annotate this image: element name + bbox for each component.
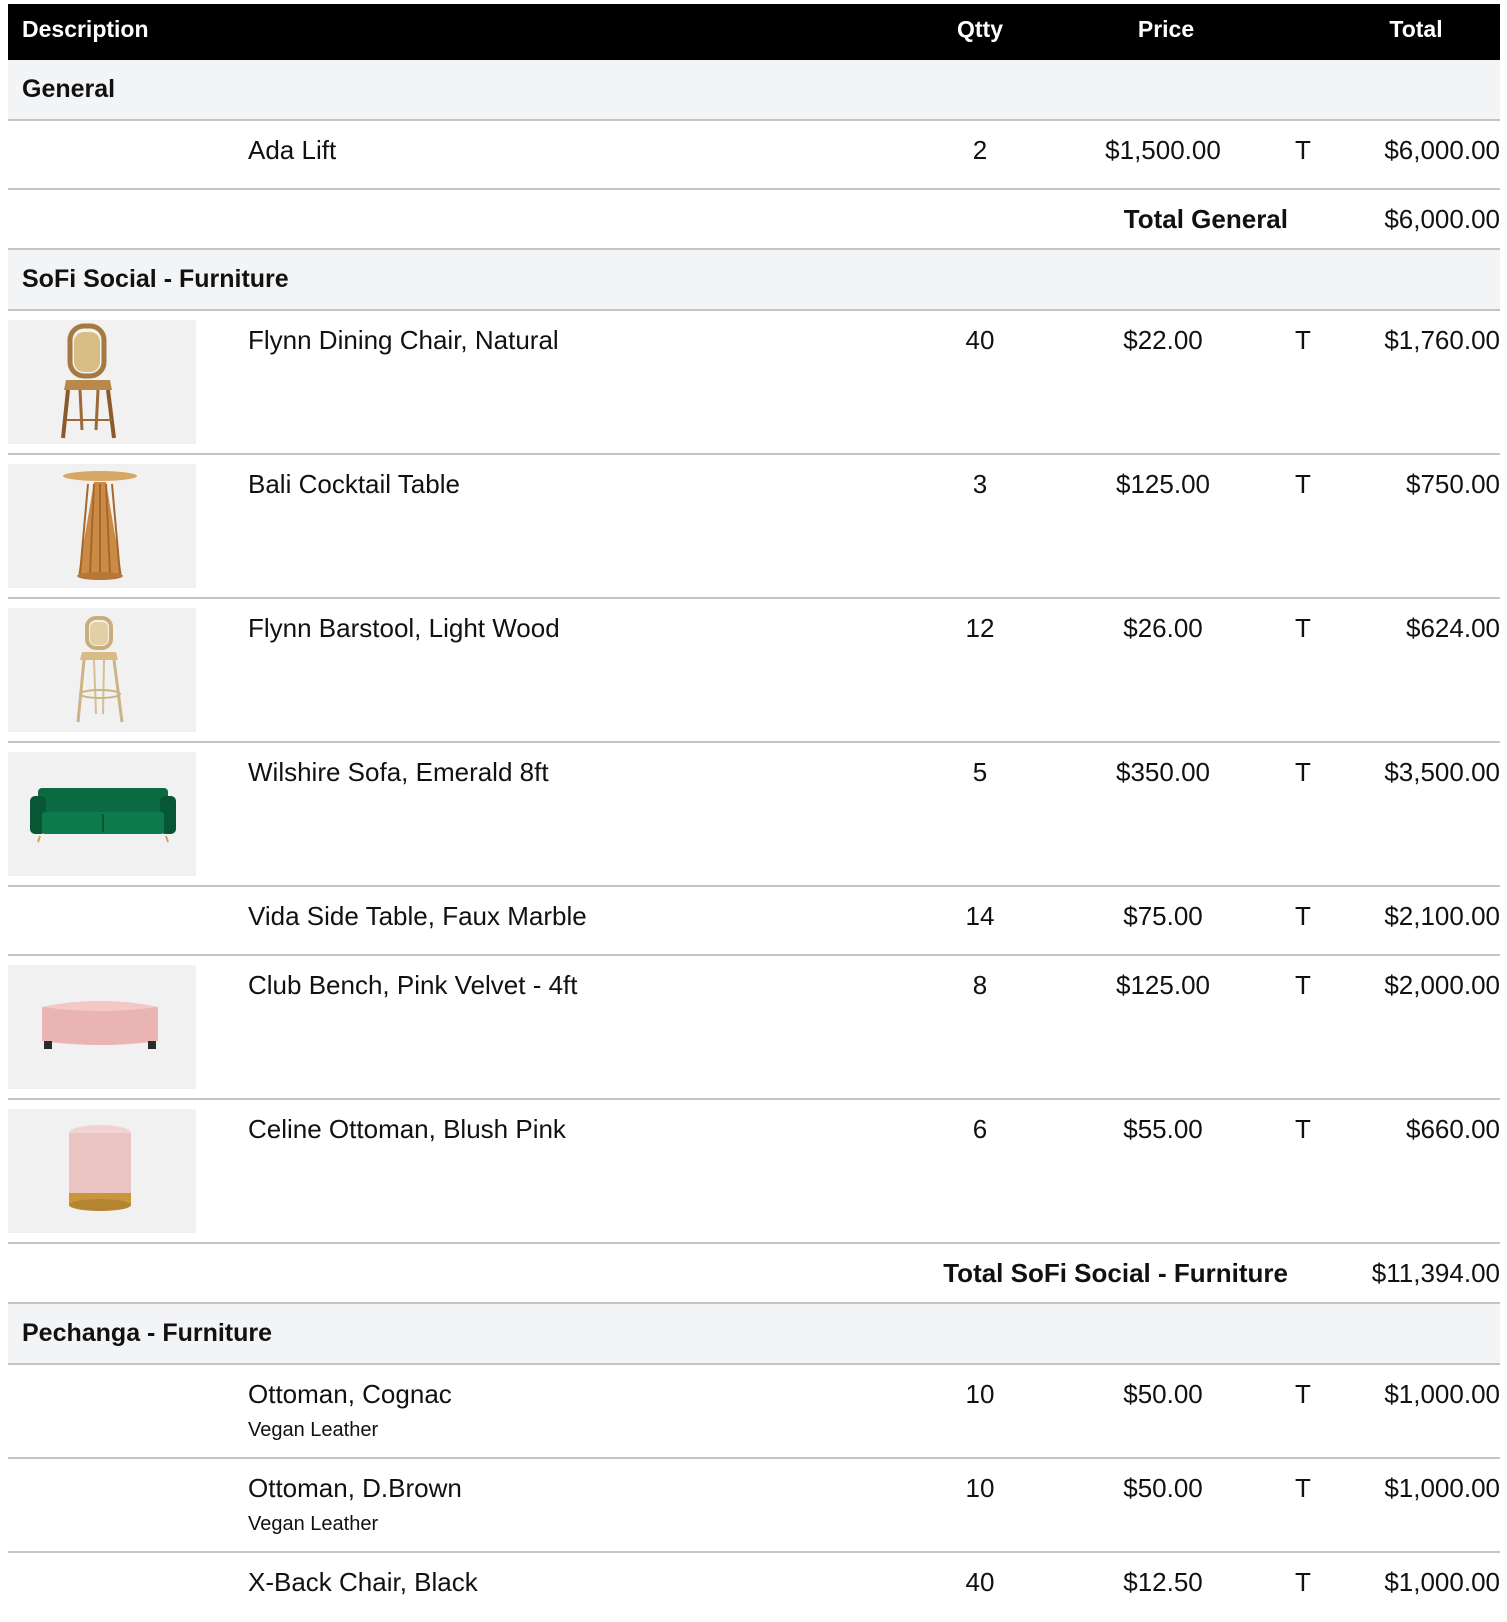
item-description: Celine Ottoman, Blush Pink xyxy=(248,1114,566,1144)
item-qty: 10 xyxy=(965,1473,995,1503)
header-qty: Qtty xyxy=(957,16,1003,42)
header-total: Total xyxy=(1389,16,1443,42)
section-header-sofi-social: SoFi Social - Furniture xyxy=(8,250,1500,311)
table-row: Bali Cocktail Table 3 $125.00 T $750.00 xyxy=(8,455,1500,599)
table-row: Ottoman, Cognac Vegan Leather 10 $50.00 … xyxy=(8,1365,1500,1459)
item-subdescription: Vegan Leather xyxy=(248,1419,379,1441)
item-tax-flag: T xyxy=(1295,970,1311,1000)
header-price: Price xyxy=(1137,16,1195,42)
table-row: Flynn Dining Chair, Natural 40 $22.00 T … xyxy=(8,311,1500,455)
item-description: Ottoman, D.Brown xyxy=(248,1473,462,1503)
item-subdescription: Vegan Leather xyxy=(248,1513,379,1535)
item-description: Bali Cocktail Table xyxy=(248,469,460,499)
section-title: SoFi Social - Furniture xyxy=(22,265,289,293)
section-total-label: Total SoFi Social - Furniture xyxy=(943,1258,1288,1288)
header-description: Description xyxy=(22,16,149,42)
item-tax-flag: T xyxy=(1295,135,1311,165)
item-description: Ottoman, Cognac xyxy=(248,1379,452,1409)
barstool-image xyxy=(8,608,196,732)
item-total: $2,000.00 xyxy=(1384,970,1500,1000)
section-title: Pechanga - Furniture xyxy=(22,1319,273,1347)
item-qty: 3 xyxy=(972,469,988,499)
item-tax-flag: T xyxy=(1295,1379,1311,1409)
table-header: Description Qtty Price Total xyxy=(8,4,1500,60)
item-price: $50.00 xyxy=(1123,1473,1203,1503)
table-row: Celine Ottoman, Blush Pink 6 $55.00 T $6… xyxy=(8,1100,1500,1244)
item-price: $125.00 xyxy=(1116,970,1210,1000)
item-total: $2,100.00 xyxy=(1384,901,1500,931)
item-description: Vida Side Table, Faux Marble xyxy=(248,901,587,931)
item-price: $55.00 xyxy=(1123,1114,1203,1144)
section-total-label: Total General xyxy=(1123,204,1288,234)
item-total: $6,000.00 xyxy=(1384,135,1500,165)
item-tax-flag: T xyxy=(1295,901,1311,931)
item-total: $1,000.00 xyxy=(1384,1379,1500,1409)
sofa-image xyxy=(8,752,196,876)
ottoman-image xyxy=(8,1109,196,1233)
item-description: Ada Lift xyxy=(248,135,337,165)
table-row: Vida Side Table, Faux Marble 14 $75.00 T… xyxy=(8,887,1500,956)
item-tax-flag: T xyxy=(1295,1114,1311,1144)
item-tax-flag: T xyxy=(1295,325,1311,355)
item-total: $1,000.00 xyxy=(1384,1567,1500,1597)
item-price: $125.00 xyxy=(1116,469,1210,499)
table-row: Ada Lift 2 $1,500.00 T $6,000.00 xyxy=(8,121,1500,190)
item-qty: 8 xyxy=(972,970,988,1000)
item-price: $350.00 xyxy=(1116,757,1210,787)
section-header-pechanga: Pechanga - Furniture xyxy=(8,1304,1500,1365)
dining-chair-image xyxy=(8,320,196,444)
bench-image xyxy=(8,965,196,1089)
table-row: X-Back Chair, Black 40 $12.50 T $1,000.0… xyxy=(8,1553,1500,1622)
item-qty: 12 xyxy=(965,613,995,643)
section-header-general: General xyxy=(8,60,1500,121)
item-total: $750.00 xyxy=(1406,469,1500,499)
item-description: Flynn Barstool, Light Wood xyxy=(248,613,560,643)
item-price: $50.00 xyxy=(1123,1379,1203,1409)
item-tax-flag: T xyxy=(1295,469,1311,499)
section-total-value: $6,000.00 xyxy=(1384,204,1500,234)
item-price: $75.00 xyxy=(1123,901,1203,931)
section-total-row: Total SoFi Social - Furniture $11,394.00 xyxy=(8,1244,1500,1304)
item-tax-flag: T xyxy=(1295,1567,1311,1597)
item-qty: 5 xyxy=(972,757,988,787)
cocktail-table-image xyxy=(8,464,196,588)
item-total: $624.00 xyxy=(1406,613,1500,643)
item-description: Flynn Dining Chair, Natural xyxy=(248,325,559,355)
section-total-value: $11,394.00 xyxy=(1371,1258,1500,1288)
item-qty: 40 xyxy=(965,325,995,355)
item-price: $26.00 xyxy=(1123,613,1203,643)
item-qty: 40 xyxy=(965,1567,995,1597)
table-row: Club Bench, Pink Velvet - 4ft 8 $125.00 … xyxy=(8,956,1500,1100)
item-qty: 14 xyxy=(965,901,995,931)
item-total: $1,000.00 xyxy=(1384,1473,1500,1503)
item-total: $660.00 xyxy=(1406,1114,1500,1144)
item-price: $12.50 xyxy=(1123,1567,1203,1597)
item-description: Club Bench, Pink Velvet - 4ft xyxy=(248,970,578,1000)
item-total: $1,760.00 xyxy=(1384,325,1500,355)
item-description: X-Back Chair, Black xyxy=(248,1567,478,1597)
item-qty: 2 xyxy=(972,135,988,165)
item-price: $1,500.00 xyxy=(1105,135,1221,165)
item-qty: 6 xyxy=(972,1114,988,1144)
item-price: $22.00 xyxy=(1123,325,1203,355)
item-tax-flag: T xyxy=(1295,613,1311,643)
item-description: Wilshire Sofa, Emerald 8ft xyxy=(248,757,549,787)
invoice-table: Description Qtty Price Total General Ada… xyxy=(8,4,1500,1622)
item-total: $3,500.00 xyxy=(1384,757,1500,787)
item-tax-flag: T xyxy=(1295,757,1311,787)
table-row: Flynn Barstool, Light Wood 12 $26.00 T $… xyxy=(8,599,1500,743)
table-row: Ottoman, D.Brown Vegan Leather 10 $50.00… xyxy=(8,1459,1500,1553)
table-row: Wilshire Sofa, Emerald 8ft 5 $350.00 T $… xyxy=(8,743,1500,887)
item-tax-flag: T xyxy=(1295,1473,1311,1503)
section-total-row: Total General $6,000.00 xyxy=(8,190,1500,250)
section-title: General xyxy=(22,75,116,103)
item-qty: 10 xyxy=(965,1379,995,1409)
